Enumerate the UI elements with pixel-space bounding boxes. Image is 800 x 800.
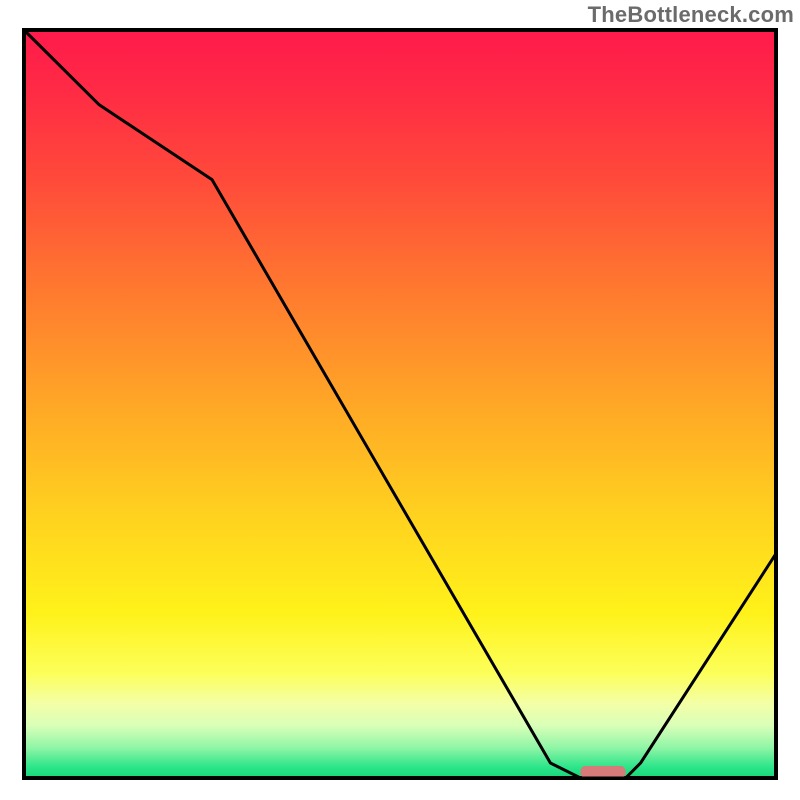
chart-frame: TheBottleneck.com: [0, 0, 800, 800]
bottleneck-chart: [0, 0, 800, 800]
optimum-marker: [580, 766, 625, 778]
plot-background: [24, 30, 776, 778]
